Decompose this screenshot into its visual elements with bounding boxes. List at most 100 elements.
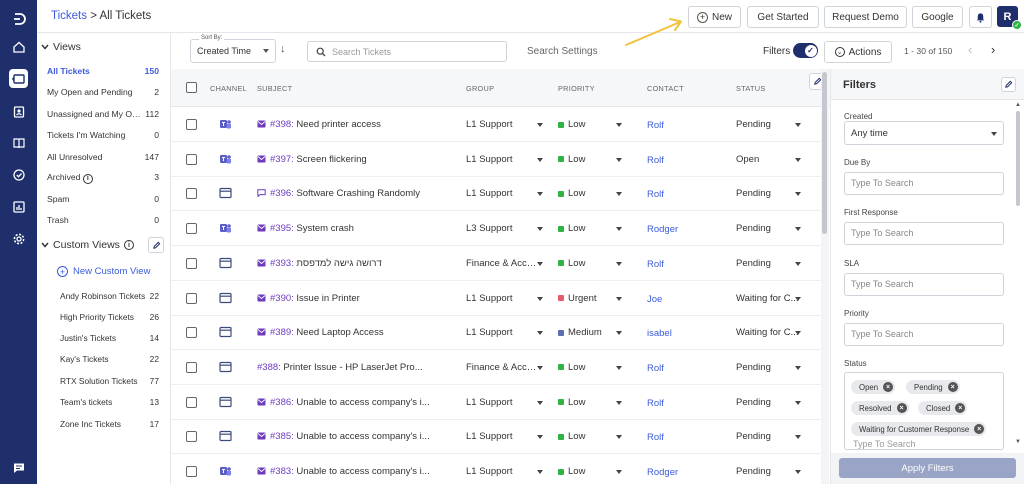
status-dropdown-caret-icon[interactable] bbox=[795, 296, 801, 301]
sla-input[interactable] bbox=[851, 279, 999, 289]
ticket-contact-link[interactable]: Rodger bbox=[647, 467, 717, 478]
ticket-group[interactable]: Finance & Acco... bbox=[466, 362, 538, 373]
ticket-priority[interactable]: Low bbox=[558, 397, 613, 408]
search-box[interactable] bbox=[307, 41, 507, 62]
ticket-group[interactable]: L1 Support bbox=[466, 397, 538, 408]
ticket-contact-link[interactable]: isabel bbox=[647, 328, 717, 339]
ticket-status[interactable]: Pending bbox=[736, 362, 804, 373]
user-avatar[interactable]: R ✓ bbox=[997, 6, 1022, 30]
ticket-priority[interactable]: Low bbox=[558, 188, 613, 199]
ticket-subject[interactable]: #385: Unable to access company's i... bbox=[257, 431, 447, 442]
remove-chip-icon[interactable]: × bbox=[896, 403, 907, 413]
status-dropdown-caret-icon[interactable] bbox=[795, 470, 801, 474]
ticket-status[interactable]: Pending bbox=[736, 397, 804, 408]
ticket-contact-link[interactable]: Rolf bbox=[647, 432, 717, 443]
ticket-group[interactable]: L1 Support bbox=[466, 466, 538, 477]
ticket-priority[interactable]: Low bbox=[558, 119, 613, 130]
tasks-icon[interactable] bbox=[9, 165, 28, 184]
table-row[interactable]: #383: Unable to access company's i... L1 … bbox=[171, 454, 823, 484]
row-checkbox[interactable] bbox=[186, 188, 197, 200]
status-dropdown-caret-icon[interactable] bbox=[795, 123, 801, 127]
sort-by-select[interactable]: Sort By: Created Time bbox=[190, 35, 276, 63]
custom-view-item[interactable]: Justin's Tickets 14 bbox=[60, 333, 159, 343]
ticket-subject[interactable]: #396: Software Crashing Randomly bbox=[257, 188, 447, 199]
ticket-contact-link[interactable]: Joe bbox=[647, 294, 717, 305]
view-item-all-tickets[interactable]: All Tickets 150 bbox=[47, 66, 159, 76]
contacts-icon[interactable] bbox=[9, 102, 28, 121]
reports-icon[interactable] bbox=[9, 197, 28, 216]
row-checkbox[interactable] bbox=[186, 396, 197, 408]
ticket-group[interactable]: Finance & Acco... bbox=[466, 258, 538, 269]
ticket-priority[interactable]: Low bbox=[558, 431, 613, 442]
ticket-group[interactable]: L1 Support bbox=[466, 188, 538, 199]
view-item-all-unresolved[interactable]: All Unresolved 147 bbox=[47, 152, 159, 162]
status-dropdown-caret-icon[interactable] bbox=[795, 365, 801, 370]
info-icon[interactable]: i bbox=[123, 240, 134, 250]
ticket-status[interactable]: Pending bbox=[736, 431, 804, 442]
new-button[interactable]: + New bbox=[688, 6, 741, 28]
column-header-group[interactable]: GROUP bbox=[466, 84, 494, 93]
group-dropdown-caret-icon[interactable] bbox=[537, 227, 543, 232]
status-dropdown-caret-icon[interactable] bbox=[795, 331, 801, 336]
group-dropdown-caret-icon[interactable] bbox=[537, 470, 543, 474]
priority-dropdown-caret-icon[interactable] bbox=[616, 331, 622, 336]
priority-dropdown-caret-icon[interactable] bbox=[616, 157, 622, 162]
first-response-field[interactable] bbox=[844, 222, 1004, 245]
table-scrollbar-thumb[interactable] bbox=[822, 72, 827, 234]
ticket-subject[interactable]: #386: Unable to access company's i... bbox=[257, 397, 447, 408]
view-item-unassigned[interactable]: Unassigned and My Op... 112 bbox=[47, 109, 159, 119]
group-dropdown-caret-icon[interactable] bbox=[537, 192, 543, 197]
status-dropdown-caret-icon[interactable] bbox=[795, 261, 801, 266]
custom-view-item[interactable]: Kay's Tickets 22 bbox=[60, 354, 159, 364]
ticket-subject[interactable]: #383: Unable to access company's i... bbox=[257, 466, 447, 477]
priority-field[interactable] bbox=[844, 323, 1004, 346]
status-dropdown-caret-icon[interactable] bbox=[795, 227, 801, 232]
apply-filters-button[interactable]: Apply Filters bbox=[839, 458, 1016, 478]
ticket-group[interactable]: L1 Support bbox=[466, 431, 538, 442]
remove-chip-icon[interactable]: × bbox=[883, 382, 894, 392]
table-row[interactable]: #385: Unable to access company's i... L1 … bbox=[171, 419, 823, 455]
ticket-status[interactable]: Open bbox=[736, 154, 804, 165]
ticket-priority[interactable]: Low bbox=[558, 362, 613, 373]
custom-view-item[interactable]: Zone Inc Tickets 17 bbox=[60, 419, 159, 429]
priority-dropdown-caret-icon[interactable] bbox=[616, 296, 622, 301]
view-item-archived[interactable]: Archived i 3 bbox=[47, 172, 159, 184]
ticket-contact-link[interactable]: Rodger bbox=[647, 224, 717, 235]
get-started-button[interactable]: Get Started bbox=[747, 6, 819, 28]
row-checkbox[interactable] bbox=[186, 466, 197, 477]
new-custom-view-link[interactable]: + New Custom View bbox=[57, 266, 150, 277]
column-header-status[interactable]: STATUS bbox=[736, 84, 766, 93]
request-demo-button[interactable]: Request Demo bbox=[824, 6, 907, 28]
row-checkbox[interactable] bbox=[186, 292, 197, 304]
row-checkbox[interactable] bbox=[186, 361, 197, 373]
ticket-contact-link[interactable]: Rolf bbox=[647, 189, 717, 200]
table-row[interactable]: #389: Need Laptop Access L1 Support Medium… bbox=[171, 315, 823, 351]
ticket-subject[interactable]: #398: Need printer access bbox=[257, 119, 447, 130]
tickets-icon[interactable] bbox=[9, 69, 28, 88]
google-button[interactable]: Google bbox=[912, 6, 963, 28]
priority-dropdown-caret-icon[interactable] bbox=[616, 365, 622, 370]
ticket-status[interactable]: Pending bbox=[736, 258, 804, 269]
custom-view-item[interactable]: High Priority Tickets 26 bbox=[60, 312, 159, 322]
priority-dropdown-caret-icon[interactable] bbox=[616, 400, 622, 405]
knowledge-base-icon[interactable] bbox=[9, 133, 28, 152]
table-row[interactable]: #390: Issue in Printer L1 Support Urgent Jo… bbox=[171, 281, 823, 316]
priority-dropdown-caret-icon[interactable] bbox=[616, 435, 622, 440]
chat-support-icon[interactable] bbox=[9, 458, 28, 477]
view-item-trash[interactable]: Trash 0 bbox=[47, 215, 159, 225]
sort-direction-arrow-icon[interactable]: ↓ bbox=[280, 43, 286, 55]
actions-button[interactable]: ⌄ Actions bbox=[824, 41, 892, 63]
filters-scrollbar-thumb[interactable] bbox=[1016, 111, 1020, 206]
ticket-status[interactable]: Pending bbox=[736, 223, 804, 234]
ticket-contact-link[interactable]: Rolf bbox=[647, 363, 717, 374]
group-dropdown-caret-icon[interactable] bbox=[537, 365, 543, 370]
due-by-input[interactable] bbox=[851, 178, 999, 188]
search-input[interactable] bbox=[332, 46, 502, 57]
view-item-watching[interactable]: Tickets I'm Watching 0 bbox=[47, 130, 159, 140]
ticket-group[interactable]: L1 Support bbox=[466, 119, 538, 130]
ticket-group[interactable]: L1 Support bbox=[466, 154, 538, 165]
row-checkbox[interactable] bbox=[186, 257, 197, 269]
home-icon[interactable] bbox=[9, 37, 28, 56]
status-multiselect[interactable]: Open × Pending × Resolved × Closed × Waiting… bbox=[844, 372, 1004, 450]
group-dropdown-caret-icon[interactable] bbox=[537, 123, 543, 127]
